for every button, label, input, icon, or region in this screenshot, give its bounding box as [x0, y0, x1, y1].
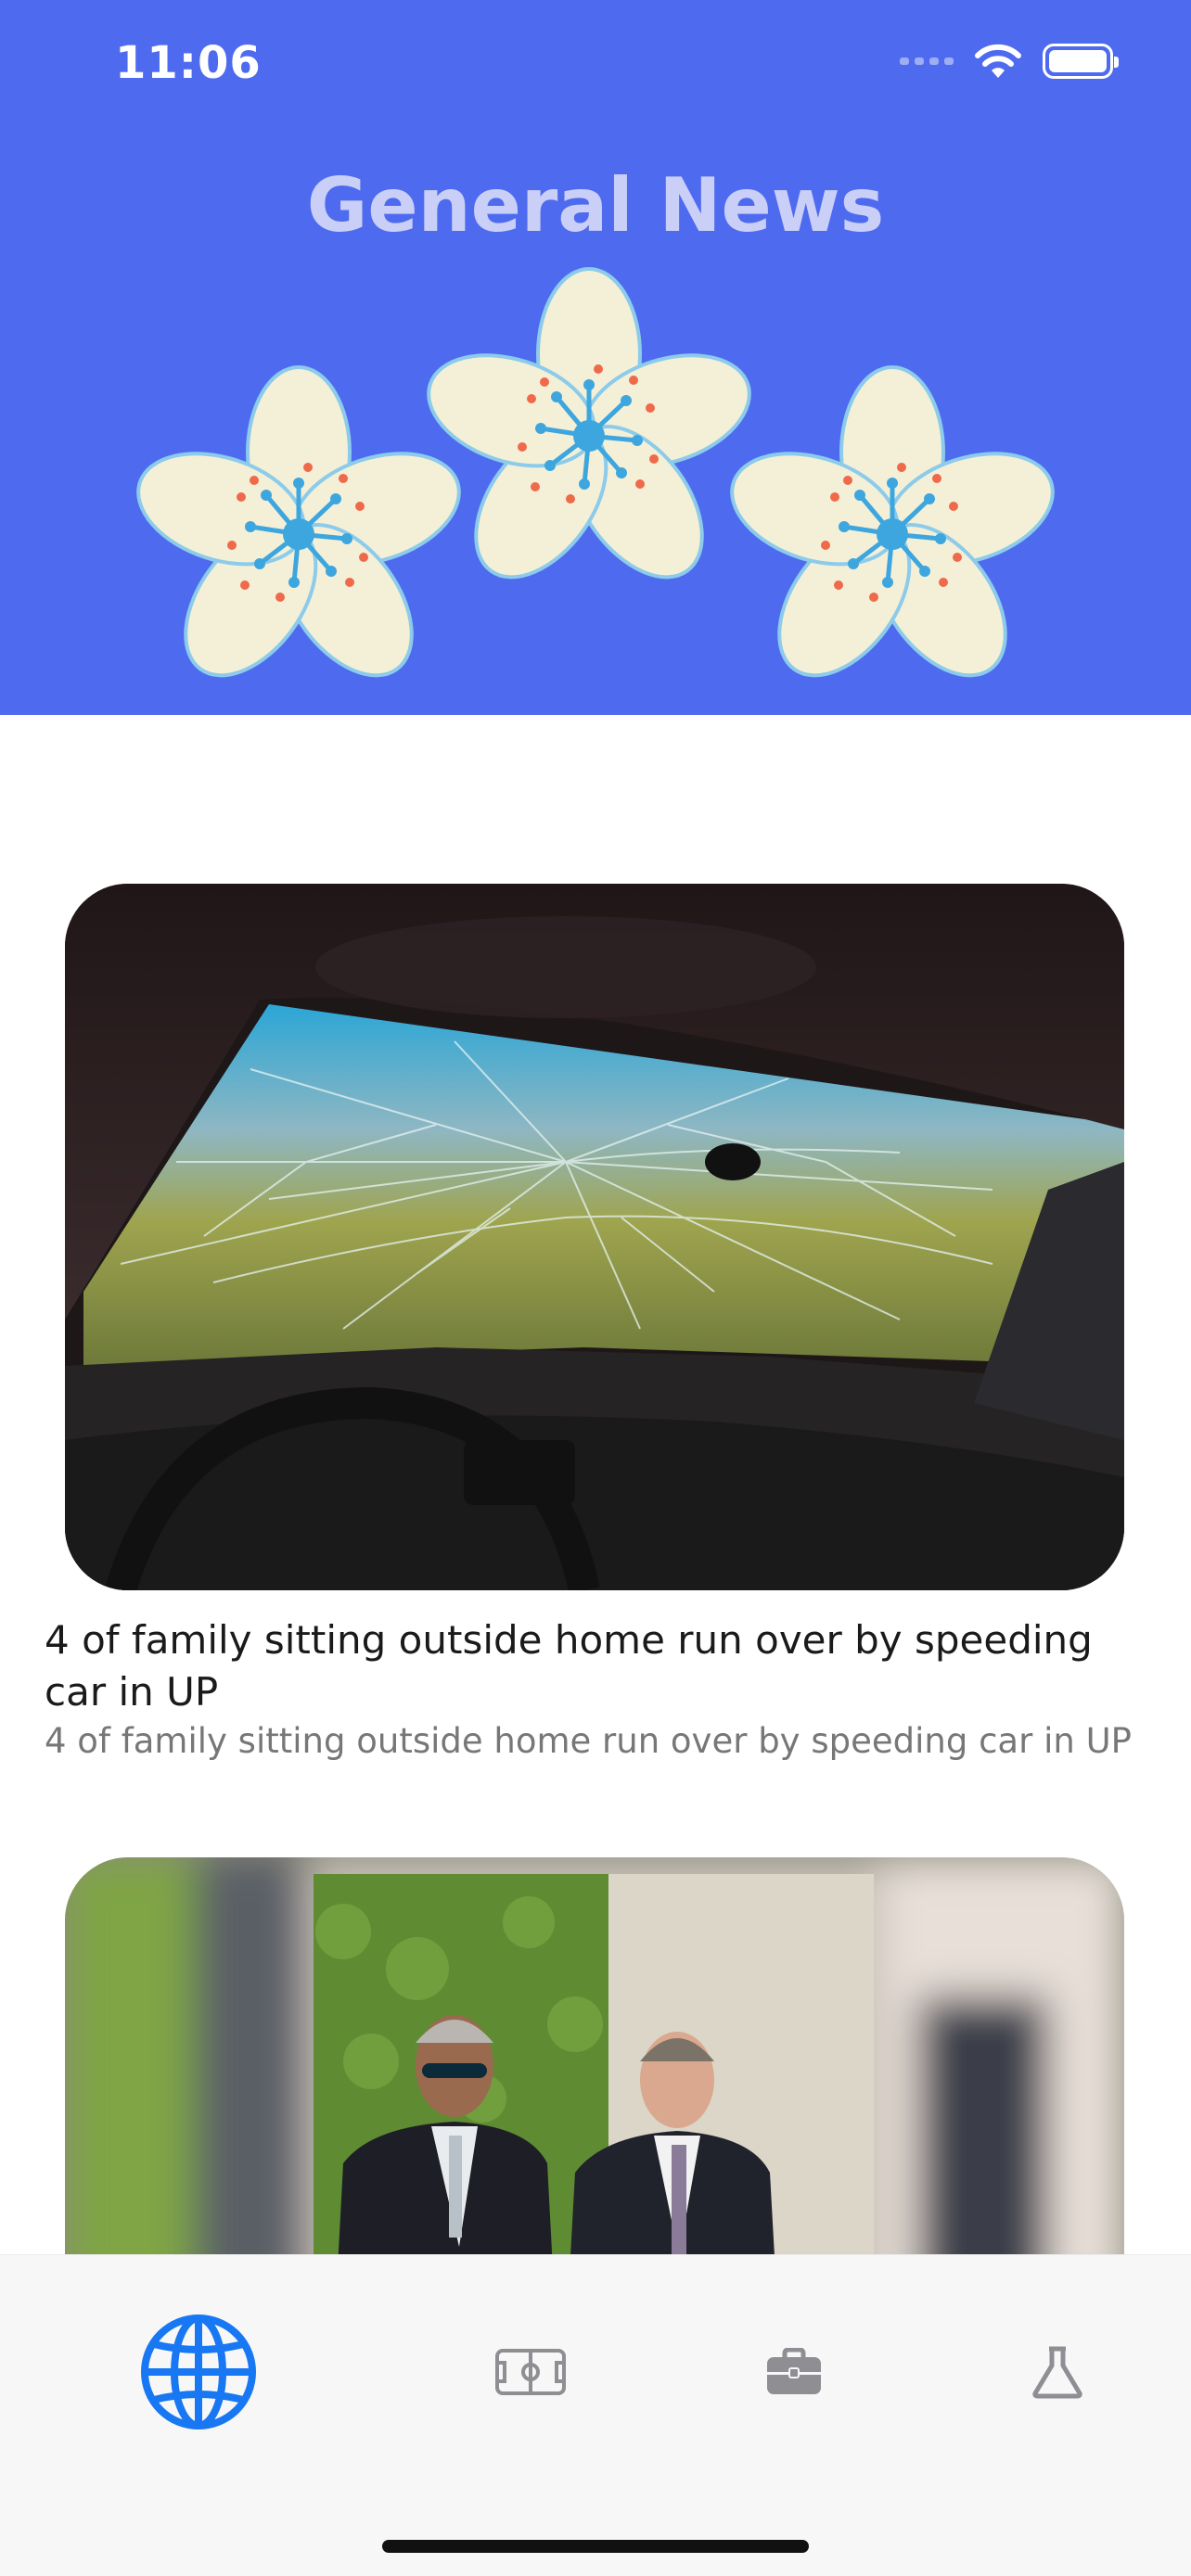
home-indicator [382, 2540, 809, 2553]
flower-illustration [0, 250, 1191, 695]
tab-bar [0, 2254, 1191, 2576]
article-image[interactable] [65, 1857, 1124, 2254]
windshield-photo [65, 884, 1124, 1590]
header: 11:06 General News [0, 0, 1191, 715]
article-headline[interactable]: 4 of family sitting outside home run ove… [45, 1614, 1130, 1718]
wifi-icon [975, 44, 1021, 78]
tab-business[interactable] [720, 2307, 868, 2437]
battery-icon [1043, 44, 1119, 79]
globe-icon [141, 2315, 256, 2429]
status-time: 11:06 [115, 37, 262, 89]
soccer-field-icon [495, 2349, 566, 2395]
news-feed[interactable]: 4 of family sitting outside home run ove… [0, 715, 1191, 2254]
page-title: General News [306, 162, 885, 249]
briefcase-icon [767, 2348, 821, 2394]
people-photo [65, 1857, 1124, 2254]
article-image[interactable] [65, 884, 1124, 1590]
article-summary: 4 of family sitting outside home run ove… [45, 1721, 1132, 1761]
tab-general[interactable] [124, 2307, 273, 2437]
tab-sports[interactable] [456, 2307, 605, 2437]
tab-science[interactable] [983, 2307, 1132, 2437]
flask-icon [1032, 2346, 1082, 2399]
status-icons [900, 43, 1119, 80]
cellular-signal-icon [900, 57, 954, 65]
